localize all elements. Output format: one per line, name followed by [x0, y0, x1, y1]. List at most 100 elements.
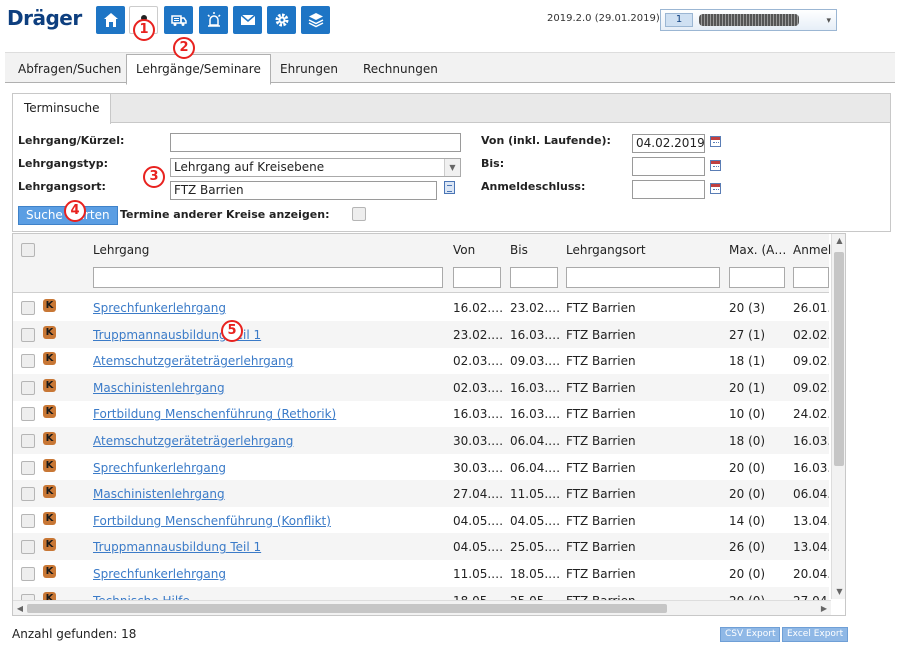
lehrgang-link[interactable]: Truppmannausbildung Teil 1 [93, 328, 438, 342]
lehrgang-link[interactable]: Sprechfunkerlehrgang [93, 301, 438, 315]
cell-anmel: 16.03. [793, 460, 829, 475]
csv-export-button[interactable]: CSV Export [720, 627, 781, 642]
cell-von: 04.05.… [453, 540, 504, 555]
column-header-anmel[interactable]: Anmel [793, 243, 831, 257]
scroll-right-icon[interactable]: ▶ [817, 601, 831, 615]
filter-max-input[interactable] [729, 267, 785, 288]
scroll-down-icon[interactable]: ▼ [832, 585, 845, 599]
row-checkbox[interactable] [21, 567, 35, 581]
table-row[interactable]: K Sprechfunkerlehrgang 16.02.… 23.02.… FTZ B… [13, 294, 829, 321]
label-bis: Bis: [481, 157, 505, 170]
row-checkbox[interactable] [21, 301, 35, 315]
column-header-bis[interactable]: Bis [510, 243, 528, 257]
row-checkbox[interactable] [21, 513, 35, 528]
nav-home-button[interactable] [96, 6, 125, 34]
lehrgang-link[interactable]: Atemschutzgeräteträgerlehrgang [93, 434, 438, 448]
row-checkbox[interactable] [21, 487, 35, 502]
calendar-icon[interactable] [710, 136, 721, 147]
table-row[interactable]: K Sprechfunkerlehrgang 11.05.… 18.05.… FTZ B… [13, 560, 829, 587]
table-row[interactable]: K Sprechfunkerlehrgang 30.03.… 06.04.… FTZ B… [13, 454, 829, 481]
scroll-up-icon[interactable]: ▲ [832, 234, 845, 248]
truck-icon [170, 15, 187, 26]
lehrgang-link[interactable]: Atemschutzgeräteträgerlehrgang [93, 354, 438, 368]
filter-ort-input[interactable] [566, 267, 720, 288]
table-row[interactable]: K Truppmannausbildung Teil 1 23.02.… 16.03.… [13, 320, 829, 348]
vertical-scrollbar[interactable]: ▲ ▼ [831, 234, 845, 599]
cell-max: 10 (0) [729, 407, 766, 422]
cell-anmel: 09.02. [793, 380, 829, 395]
row-checkbox[interactable] [21, 327, 35, 342]
column-header-max[interactable]: Max. (A… [729, 243, 786, 257]
user-selector[interactable]: 1 ▾ [660, 9, 837, 31]
cell-anmel: 13.04. [793, 540, 829, 555]
cell-bis: 16.03.… [510, 407, 561, 422]
table-row[interactable]: K Maschinistenlehrgang 02.03.… 16.03.… FTZ B… [13, 373, 829, 401]
lehrgang-link[interactable]: Sprechfunkerlehrgang [93, 461, 438, 475]
table-row[interactable]: K Maschinistenlehrgang 27.04.… 11.05.… FTZ B… [13, 480, 829, 508]
scroll-left-icon[interactable]: ◀ [13, 601, 27, 615]
lehrgang-link[interactable]: Fortbildung Menschenführung (Rethorik) [93, 407, 438, 421]
cell-anmel: 02.02. [793, 327, 829, 342]
row-checkbox[interactable] [21, 407, 35, 422]
table-row[interactable]: K Atemschutzgeräteträgerlehrgang 30.03.… 06… [13, 427, 829, 454]
column-header-lehrgangsort[interactable]: Lehrgangsort [566, 243, 646, 257]
label-ort: Lehrgangsort: [18, 180, 106, 193]
cell-lehrgangsort: FTZ Barrien [566, 354, 636, 369]
tab-lehrgaenge[interactable]: Lehrgänge/Seminare [126, 54, 271, 85]
label-kuerzel: Lehrgang/Kürzel: [18, 134, 125, 147]
lehrgang-link[interactable]: Truppmannausbildung Teil 1 [93, 540, 438, 554]
row-checkbox[interactable] [21, 540, 35, 555]
row-checkbox[interactable] [21, 434, 35, 448]
nav-mail-button[interactable] [233, 6, 262, 34]
horizontal-scrollbar[interactable]: ◀ ▶ [13, 600, 831, 615]
tab-rechnungen[interactable]: Rechnungen [354, 56, 447, 84]
table-row[interactable]: K Atemschutzgeräteträgerlehrgang 02.03.… 09… [13, 347, 829, 374]
filter-von-input[interactable] [453, 267, 501, 288]
table-row[interactable]: K Fortbildung Menschenführung (Konflikt) 0… [13, 507, 829, 534]
lehrgang-link[interactable]: Maschinistenlehrgang [93, 487, 438, 501]
filter-bis-input[interactable] [510, 267, 558, 288]
nav-layers-button[interactable] [301, 6, 330, 34]
lehrgang-link[interactable]: Sprechfunkerlehrgang [93, 567, 438, 581]
lehrgangstyp-select[interactable]: Lehrgang auf Kreisebene ▼ [170, 158, 461, 177]
lehrgangsort-input[interactable]: FTZ Barrien [170, 181, 437, 200]
nav-alarm-button[interactable] [199, 6, 228, 34]
nav-settings-button[interactable] [267, 6, 296, 34]
row-checkbox[interactable] [21, 354, 35, 369]
lehrgang-link[interactable]: Fortbildung Menschenführung (Konflikt) [93, 514, 438, 528]
tab-abfragen[interactable]: Abfragen/Suchen [9, 56, 130, 84]
list-picker-icon[interactable] [444, 181, 455, 194]
vertical-scroll-thumb[interactable] [834, 252, 844, 466]
filter-lehrgang-input[interactable] [93, 267, 443, 288]
select-all-checkbox[interactable] [21, 243, 35, 257]
mail-count-badge[interactable]: 1 [665, 13, 693, 27]
row-checkbox[interactable] [21, 460, 35, 475]
andere-kreise-checkbox[interactable] [352, 207, 366, 221]
filter-anmel-input[interactable] [793, 267, 829, 288]
calendar-icon[interactable] [710, 160, 721, 171]
lehrgang-link[interactable]: Maschinistenlehrgang [93, 381, 438, 395]
label-typ: Lehrgangstyp: [18, 157, 108, 170]
cell-von: 30.03.… [453, 434, 504, 448]
annotation-badge-3: 3 [143, 166, 165, 188]
cell-bis: 09.03.… [510, 354, 561, 369]
label-andere-kreise: Termine anderer Kreise anzeigen: [120, 208, 330, 221]
chevron-down-icon[interactable]: ▼ [444, 159, 460, 176]
von-date-input[interactable]: 04.02.2019 [632, 134, 705, 153]
bis-date-input[interactable] [632, 157, 705, 176]
nav-truck-button[interactable] [164, 6, 193, 34]
kuerzel-input[interactable] [170, 133, 461, 152]
anmeldeschluss-date-input[interactable] [632, 180, 705, 199]
cell-max: 18 (0) [729, 434, 766, 448]
calendar-icon[interactable] [710, 183, 721, 194]
horizontal-scroll-thumb[interactable] [27, 604, 667, 613]
tab-terminsuche[interactable]: Terminsuche [13, 94, 112, 124]
table-row[interactable]: K Fortbildung Menschenführung (Rethorik) 1… [13, 400, 829, 427]
row-checkbox[interactable] [21, 380, 35, 395]
column-header-von[interactable]: Von [453, 243, 475, 257]
table-row[interactable]: K Truppmannausbildung Teil 1 04.05.… 25.05.… [13, 533, 829, 561]
excel-export-button[interactable]: Excel Export [782, 627, 849, 642]
lehrgangstyp-value: Lehrgang auf Kreisebene [174, 160, 325, 174]
column-header-lehrgang[interactable]: Lehrgang [93, 243, 149, 257]
tab-ehrungen[interactable]: Ehrungen [271, 56, 347, 84]
